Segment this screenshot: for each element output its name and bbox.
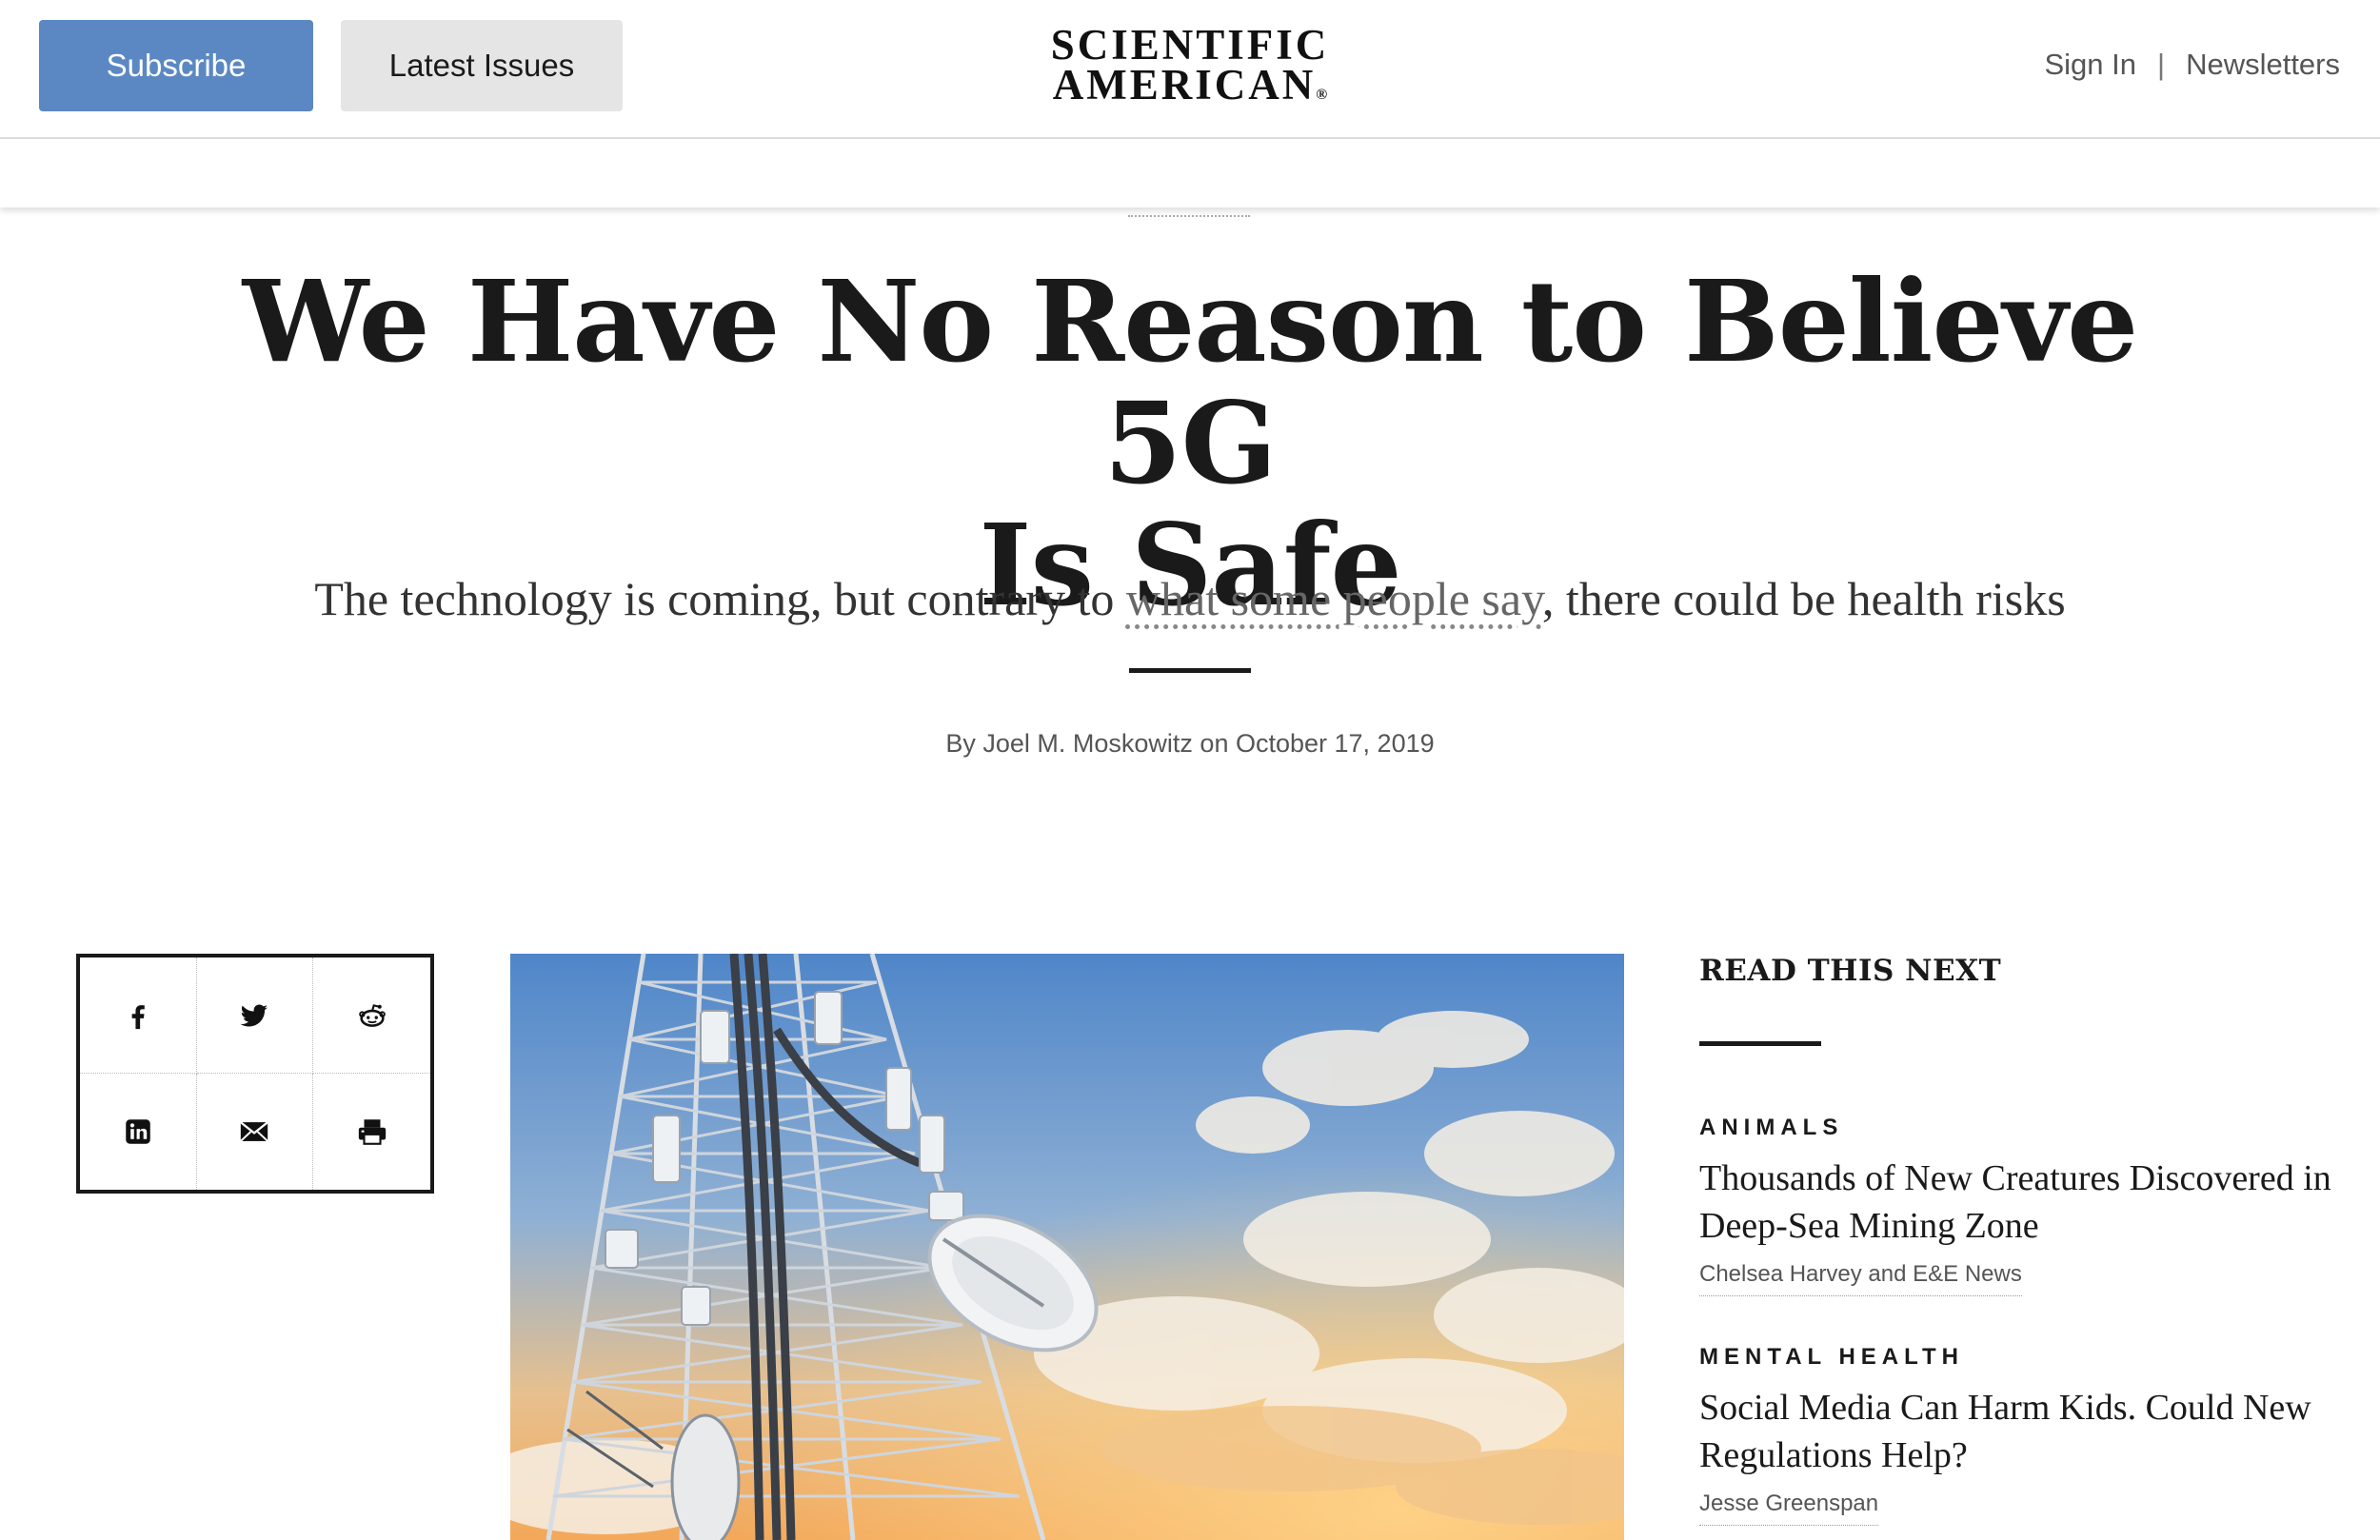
dek-divider bbox=[1129, 668, 1251, 673]
article-author[interactable]: Chelsea Harvey and E&E News bbox=[1699, 1261, 2022, 1296]
reddit-icon bbox=[358, 1003, 386, 1027]
sidebar-article: MENTAL HEALTH Social Media Can Harm Kids… bbox=[1699, 1344, 2347, 1526]
article-hero-image bbox=[510, 954, 1624, 1540]
facebook-icon bbox=[131, 1004, 145, 1029]
site-logo[interactable]: SCIENTIFIC AMERICAN® bbox=[1047, 21, 1333, 115]
share-linkedin-button[interactable] bbox=[80, 1074, 197, 1190]
share-reddit-button[interactable] bbox=[313, 958, 430, 1074]
newsletters-link[interactable]: Newsletters bbox=[2186, 48, 2340, 82]
share-toolbar bbox=[76, 954, 434, 1194]
share-facebook-button[interactable] bbox=[80, 958, 197, 1074]
read-this-next-sidebar: READ THIS NEXT ANIMALS Thousands of New … bbox=[1699, 954, 2347, 1526]
email-icon bbox=[240, 1121, 269, 1142]
print-icon bbox=[358, 1119, 386, 1145]
link-separator: | bbox=[2157, 48, 2166, 81]
dek-text-after: , there could be health risks bbox=[1541, 572, 2066, 625]
share-email-button[interactable] bbox=[197, 1074, 314, 1190]
sub-navigation-bar bbox=[0, 139, 2380, 207]
logo-line-1: SCIENTIFIC bbox=[1050, 21, 1330, 69]
dek-link[interactable]: what some people say bbox=[1126, 572, 1542, 625]
sidebar-article: ANIMALS Thousands of New Creatures Disco… bbox=[1699, 1115, 2347, 1296]
share-twitter-button[interactable] bbox=[196, 958, 314, 1074]
site-header: Subscribe Latest Issues SCIENTIFIC AMERI… bbox=[0, 0, 2380, 139]
linkedin-icon bbox=[126, 1119, 150, 1144]
article-link[interactable]: Social Media Can Harm Kids. Could New Re… bbox=[1699, 1384, 2347, 1479]
headline-line-1: We Have No Reason to Believe 5G bbox=[242, 255, 2138, 509]
sidebar-title: READ THIS NEXT bbox=[1699, 954, 2002, 988]
logo-line-2: AMERICAN® bbox=[1052, 61, 1328, 109]
sidebar-divider bbox=[1699, 1041, 1821, 1046]
article-category[interactable]: ANIMALS bbox=[1699, 1115, 2347, 1141]
latest-issues-button[interactable]: Latest Issues bbox=[341, 20, 623, 111]
dek-text-before: The technology is coming, but contrary t… bbox=[314, 572, 1126, 625]
article-category[interactable]: MENTAL HEALTH bbox=[1699, 1344, 2347, 1371]
subscribe-button[interactable]: Subscribe bbox=[39, 20, 313, 111]
article-author[interactable]: Jesse Greenspan bbox=[1699, 1491, 1879, 1526]
account-links: Sign In | Newsletters bbox=[2044, 48, 2340, 82]
cell-tower-illustration bbox=[510, 954, 1624, 1540]
sign-in-link[interactable]: Sign In bbox=[2044, 48, 2136, 82]
twitter-icon bbox=[241, 1004, 268, 1026]
subnav-divider bbox=[1128, 215, 1250, 217]
article-byline: By Joel M. Moskowitz on October 17, 2019 bbox=[945, 729, 1435, 758]
article-link[interactable]: Thousands of New Creatures Discovered in… bbox=[1699, 1155, 2347, 1250]
share-print-button[interactable] bbox=[313, 1074, 430, 1190]
registered-mark: ® bbox=[1316, 87, 1328, 103]
article-dek: The technology is coming, but contrary t… bbox=[143, 567, 2237, 630]
